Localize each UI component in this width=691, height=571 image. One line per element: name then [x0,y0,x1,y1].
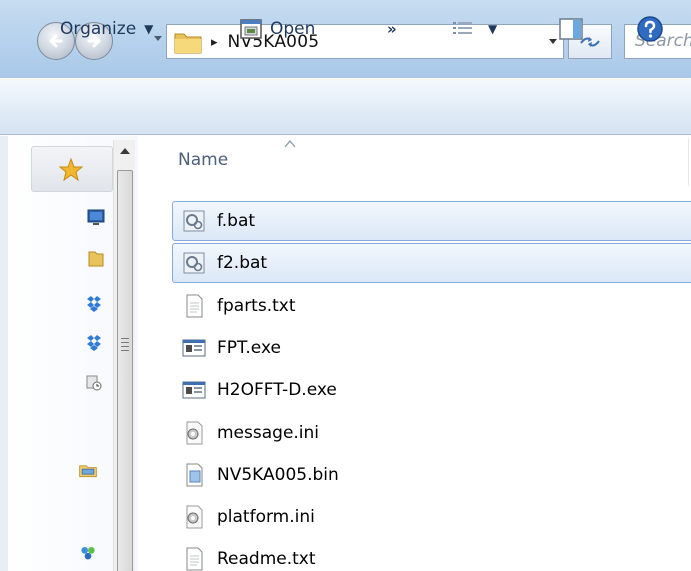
file-name: FPT.exe [217,338,281,358]
exe-file-icon [182,339,206,357]
chevron-down-icon: ▼ [144,21,154,36]
file-row[interactable]: Readme.txt [172,539,691,571]
organize-button[interactable]: Organize ▼ [60,0,153,57]
details-view-icon [453,21,472,34]
scrollbar-grip [121,338,129,352]
more-commands-button[interactable]: » [387,0,397,57]
batch-file-icon [183,210,205,232]
command-bar [0,78,691,135]
folder-icon[interactable] [86,249,106,269]
file-name: f.bat [217,211,256,231]
column-divider[interactable] [688,138,689,186]
file-row[interactable]: fparts.txt [172,286,691,326]
file-name: H2OFFT-D.exe [217,380,337,400]
recent-pages-dropdown-icon[interactable] [153,35,163,43]
exe-file-icon [182,381,206,399]
sort-ascending-icon [284,140,296,148]
file-name: NV5KA005.bin [217,465,339,485]
organize-label: Organize [60,18,137,39]
open-button[interactable]: Open [240,0,315,57]
file-row[interactable]: platform.ini [172,497,691,537]
chevron-down-icon: ▼ [488,21,498,36]
open-program-icon [240,18,262,39]
preview-pane-icon [559,17,583,40]
bin-file-icon [186,463,203,487]
recent-places-icon[interactable] [84,373,104,393]
file-name: message.ini [217,423,320,443]
dropbox-icon[interactable] [84,294,104,314]
address-box[interactable]: ▸ NV5KA005 [166,24,564,59]
change-view-button[interactable]: ▼ [452,0,497,57]
column-header-name[interactable]: Name [178,150,228,170]
address-history-dropdown-icon[interactable] [547,35,559,47]
folder-icon [174,33,202,53]
ini-file-icon [186,505,203,529]
file-row[interactable]: H2OFFT-D.exe [172,370,691,410]
window-left-edge [0,136,8,571]
star-favorites-icon [58,157,84,182]
nav-item-favorites[interactable] [31,146,113,192]
breadcrumb-separator[interactable]: ▸ [211,34,218,50]
dropbox-icon[interactable] [84,333,104,353]
batch-file-icon [183,252,205,274]
desktop-icon[interactable] [86,207,106,227]
libraries-icon[interactable] [78,460,98,480]
file-row[interactable]: FPT.exe [172,328,691,368]
file-row[interactable]: f2.bat [172,243,691,283]
file-row[interactable]: f.bat [172,201,691,241]
file-name: fparts.txt [217,296,296,316]
file-row[interactable]: NV5KA005.bin [172,455,691,495]
homegroup-icon[interactable] [78,542,98,562]
scroll-up-arrow-icon[interactable] [118,146,132,156]
text-file-icon [186,294,203,318]
preview-pane-button[interactable] [559,0,583,57]
ini-file-icon [186,421,203,445]
open-label: Open [270,18,316,39]
navigation-pane-scrollbar[interactable] [113,140,135,571]
help-icon [637,15,663,42]
file-name: Readme.txt [217,549,316,569]
file-name: platform.ini [217,507,315,527]
help-button[interactable] [636,0,664,57]
scrollbar-thumb[interactable] [117,170,133,571]
file-name: f2.bat [217,253,268,273]
text-file-icon [186,547,203,571]
file-row[interactable]: message.ini [172,413,691,453]
